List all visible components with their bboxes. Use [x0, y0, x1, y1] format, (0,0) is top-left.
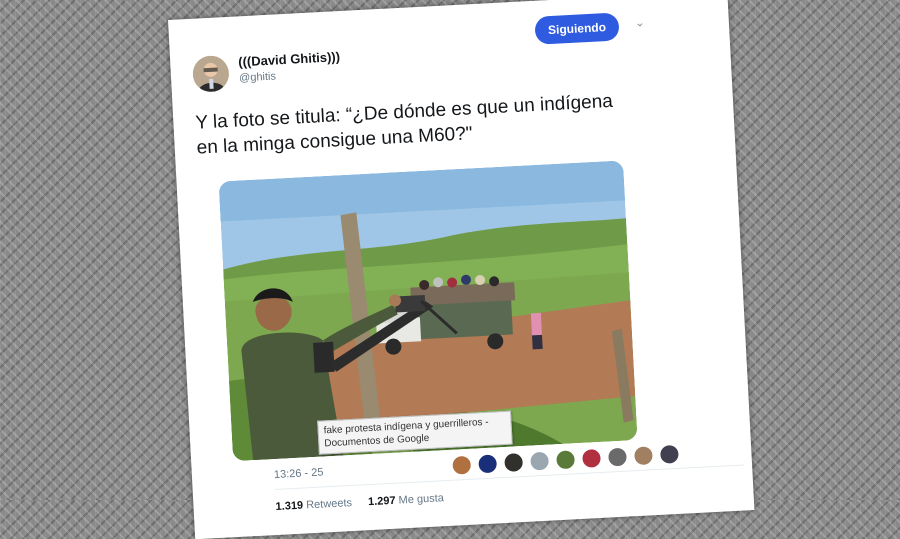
liker-avatar[interactable]: [555, 449, 577, 471]
tweet-timestamp[interactable]: 13:26 - 25: [274, 466, 324, 481]
author-handle[interactable]: @ghitis: [239, 70, 276, 84]
avatar-photo: [191, 54, 230, 93]
likes-count[interactable]: 1.297: [368, 495, 396, 508]
following-button[interactable]: Siguiendo: [534, 12, 620, 45]
liker-avatar[interactable]: [451, 454, 473, 476]
author-avatar[interactable]: [191, 54, 230, 93]
liker-avatar[interactable]: [503, 452, 525, 474]
liker-avatar[interactable]: [632, 445, 654, 467]
chevron-down-icon[interactable]: ⌄: [634, 15, 645, 30]
retweets-count[interactable]: 1.319: [275, 500, 303, 513]
retweets-label[interactable]: Retweets: [306, 497, 352, 511]
liker-avatar[interactable]: [529, 450, 551, 472]
liker-avatar[interactable]: [477, 453, 499, 475]
tweet-text: Y la foto se titula: “¿De dónde es que u…: [194, 90, 614, 159]
liker-avatar[interactable]: [658, 443, 680, 465]
likes-label[interactable]: Me gusta: [398, 492, 444, 506]
author-name[interactable]: (((David Ghitis))): [238, 49, 340, 69]
liker-avatar[interactable]: [606, 446, 629, 468]
tweet-stats: 1.319 Retweets 1.297 Me gusta: [275, 492, 444, 513]
liker-avatar[interactable]: [581, 447, 603, 469]
tweet-card: (((David Ghitis))) @ghitis Siguiendo ⌄ Y…: [168, 0, 755, 539]
